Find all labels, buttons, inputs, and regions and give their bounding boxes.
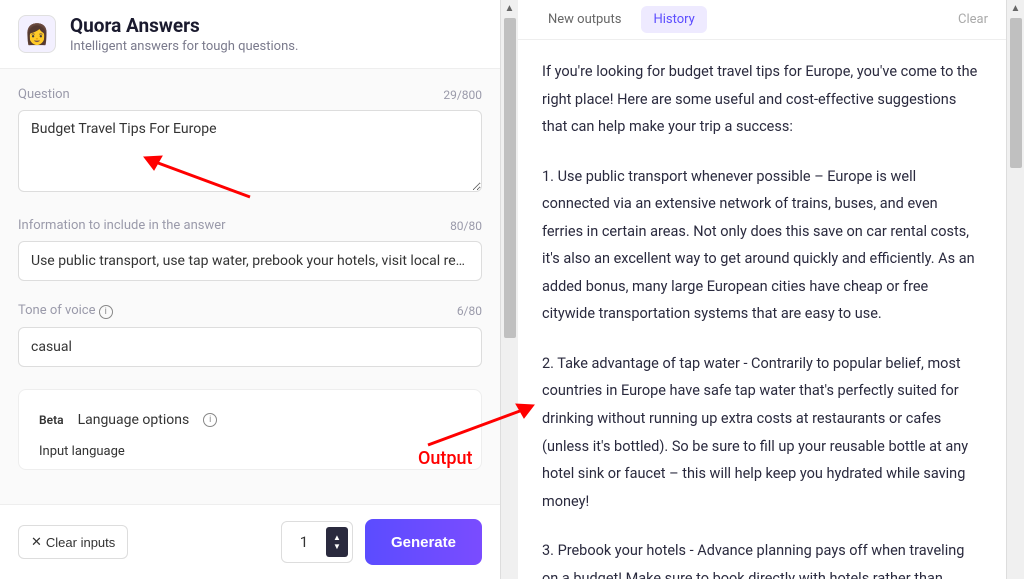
language-options-title: Language options [78, 412, 190, 428]
generate-button[interactable]: Generate [365, 519, 482, 565]
close-icon: ✕ [31, 534, 42, 550]
footer-bar: ✕ Clear inputs ▲ ▼ Generate [0, 504, 500, 579]
question-label: Question [18, 87, 70, 102]
beta-badge: Beta [39, 413, 64, 427]
tab-new-outputs[interactable]: New outputs [536, 6, 633, 33]
right-scrollbar[interactable]: ▲ [1006, 0, 1024, 579]
tone-input[interactable] [18, 327, 482, 367]
chevron-down-icon[interactable]: ▼ [333, 542, 341, 551]
tab-history[interactable]: History [641, 6, 706, 33]
scroll-thumb[interactable] [1010, 18, 1022, 168]
quantity-controls[interactable]: ▲ ▼ [326, 527, 348, 557]
information-input[interactable] [18, 241, 482, 281]
clear-outputs-button[interactable]: Clear [958, 12, 988, 27]
app-subtitle: Intelligent answers for tough questions. [70, 39, 298, 54]
input-language-label: Input language [39, 444, 461, 459]
scroll-up-icon[interactable]: ▲ [501, 0, 518, 16]
information-field: Information to include in the answer 80/… [18, 218, 482, 281]
question-count: 29/800 [443, 88, 482, 102]
info-icon[interactable]: i [99, 305, 113, 319]
clear-inputs-button[interactable]: ✕ Clear inputs [18, 525, 128, 559]
tone-field: Tone of voice i 6/80 [18, 303, 482, 367]
question-field: Question 29/800 Budget Travel Tips For E… [18, 87, 482, 196]
language-card: Beta Language options i Input language [18, 389, 482, 470]
tone-label: Tone of voice i [18, 303, 113, 319]
question-input[interactable]: Budget Travel Tips For Europe [18, 110, 482, 192]
info-icon[interactable]: i [203, 413, 217, 427]
information-count: 80/80 [450, 219, 482, 233]
quantity-input[interactable] [282, 523, 326, 561]
information-label: Information to include in the answer [18, 218, 226, 233]
tone-count: 6/80 [457, 304, 482, 318]
app-title: Quora Answers [70, 14, 298, 37]
annotation-output-label: Output [418, 448, 473, 469]
scroll-up-icon[interactable]: ▲ [1007, 0, 1024, 16]
chevron-up-icon[interactable]: ▲ [333, 533, 341, 542]
output-tabs: New outputs History Clear [518, 0, 1006, 40]
scroll-thumb[interactable] [504, 18, 516, 338]
output-paragraph-2: 2. Take advantage of tap water - Contrar… [542, 350, 982, 515]
app-header: 👩 Quora Answers Intelligent answers for … [0, 0, 500, 69]
output-intro: If you're looking for budget travel tips… [542, 58, 982, 141]
left-scrollbar[interactable]: ▲ [500, 0, 518, 579]
quantity-stepper[interactable]: ▲ ▼ [281, 521, 353, 563]
app-icon: 👩 [18, 15, 56, 53]
output-body: If you're looking for budget travel tips… [518, 40, 1006, 579]
output-paragraph-1: 1. Use public transport whenever possibl… [542, 163, 982, 328]
form-body: Question 29/800 Budget Travel Tips For E… [0, 69, 500, 504]
output-paragraph-3: 3. Prebook your hotels - Advance plannin… [542, 537, 982, 579]
